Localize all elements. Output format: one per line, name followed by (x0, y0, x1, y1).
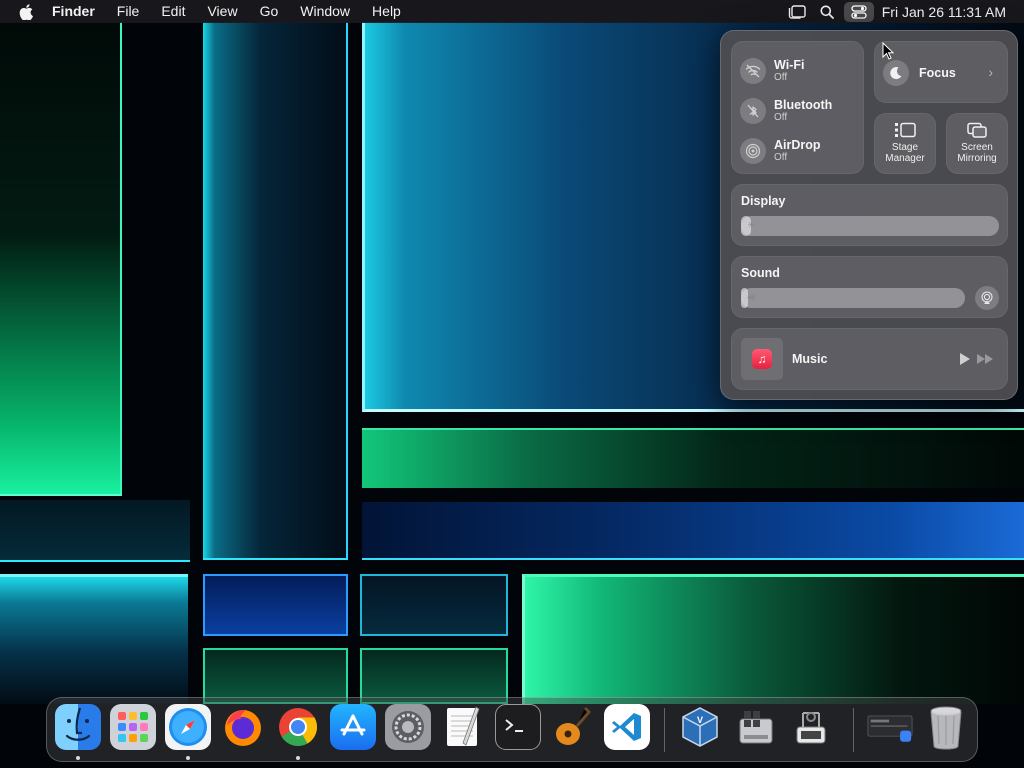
bluetooth-title: Bluetooth (774, 98, 833, 112)
dock-terminal[interactable] (495, 704, 541, 750)
app-store-icon (340, 714, 366, 736)
menu-help[interactable]: Help (361, 0, 412, 23)
virtualbox-icon: V (682, 707, 718, 747)
airdrop-status: Off (774, 152, 788, 163)
wifi-toggle[interactable]: Wi-Fi Off (740, 58, 804, 84)
safari-icon (169, 708, 207, 746)
control-center-icon[interactable] (843, 1, 874, 22)
connectivity-tile: Wi-Fi Off Bluetooth Off AirDrop Off (731, 41, 864, 174)
garageband-icon (556, 706, 592, 745)
bluetooth-toggle[interactable]: Bluetooth Off (740, 98, 832, 124)
dock-finder[interactable] (55, 704, 101, 750)
stage-manager-button[interactable]: Stage Manager (874, 113, 936, 174)
bootcamp-icon (739, 711, 773, 744)
terminal-icon (505, 719, 523, 732)
dock-separator (664, 708, 665, 752)
spotlight-search-icon[interactable] (812, 0, 842, 23)
launchpad-icon (118, 712, 148, 742)
music-artwork: ♫ (741, 338, 783, 380)
dock-textedit[interactable] (440, 704, 486, 750)
textedit-icon (447, 706, 480, 746)
fast-forward-icon[interactable] (975, 350, 995, 368)
music-title: Music (792, 352, 828, 366)
menu-file[interactable]: File (106, 0, 151, 23)
menu-go[interactable]: Go (249, 0, 290, 23)
running-indicator-safari (186, 756, 190, 760)
stage-manager-icon (875, 122, 935, 138)
dock-boot-camp[interactable] (733, 704, 779, 750)
dock-vscode[interactable] (604, 704, 650, 750)
airdrop-toggle[interactable]: AirDrop Off (740, 138, 821, 164)
display-tile: Display ☀ (731, 184, 1008, 246)
svg-text:V: V (697, 715, 703, 725)
dock-system-information[interactable] (788, 704, 834, 750)
wifi-status: Off (774, 72, 788, 83)
dock: V (46, 697, 978, 762)
bluetooth-status: Off (774, 112, 788, 123)
chrome-icon (279, 708, 318, 747)
menu-bar: Finder File Edit View Go Window Help Fri… (0, 0, 1024, 23)
screen-mirroring-icon (947, 122, 1007, 138)
chevron-right-icon: › (988, 64, 993, 80)
bluetooth-off-icon (740, 98, 766, 124)
downloads-stack-icon (867, 715, 913, 742)
dock-system-settings[interactable] (385, 704, 431, 750)
menu-edit[interactable]: Edit (150, 0, 196, 23)
stage-manager-label-1: Stage (891, 142, 919, 153)
firefox-icon (225, 709, 261, 746)
running-indicator-finder (76, 756, 80, 760)
speaker-icon: ◀ (747, 292, 755, 303)
system-information-icon (796, 712, 826, 744)
mouse-pointer-icon (882, 41, 895, 65)
now-playing-tile[interactable]: ♫ Music (731, 328, 1008, 390)
airplay-audio-icon[interactable] (975, 286, 999, 310)
screen-mirroring-label-2: Mirroring (957, 153, 997, 164)
dock-app-store[interactable] (330, 704, 376, 750)
screen-mirroring-button[interactable]: Screen Mirroring (946, 113, 1008, 174)
stage-manager-icon[interactable] (782, 0, 812, 23)
airdrop-title: AirDrop (774, 138, 821, 152)
focus-label: Focus (919, 66, 956, 80)
dock-virtualbox[interactable]: V (677, 704, 723, 750)
sound-tile: Sound ◀ (731, 256, 1008, 318)
brightness-icon: ☀ (747, 220, 756, 231)
menu-window[interactable]: Window (289, 0, 361, 23)
dock-downloads-stack[interactable] (867, 704, 913, 750)
focus-tile[interactable]: Focus › (874, 41, 1008, 103)
stage-manager-label-2: Manager (885, 153, 925, 164)
menu-view[interactable]: View (196, 0, 248, 23)
system-settings-icon (392, 711, 424, 743)
vscode-icon (612, 713, 641, 741)
airdrop-icon (740, 138, 766, 164)
display-brightness-slider[interactable]: ☀ (741, 216, 999, 236)
running-indicator-chrome (296, 756, 300, 760)
dock-chrome[interactable] (275, 704, 321, 750)
dock-garageband[interactable] (550, 704, 596, 750)
music-note-icon: ♫ (752, 349, 772, 369)
dock-trash[interactable] (923, 704, 969, 750)
dock-launchpad[interactable] (110, 704, 156, 750)
control-center-panel: Wi-Fi Off Bluetooth Off AirDrop Off Focu… (720, 30, 1018, 400)
play-icon[interactable] (957, 350, 973, 368)
apple-logo-icon[interactable] (16, 0, 36, 23)
dock-safari[interactable] (165, 704, 211, 750)
dock-firefox[interactable] (220, 704, 266, 750)
display-title: Display (741, 194, 786, 208)
finder-icon (65, 707, 91, 741)
screen-mirroring-label-1: Screen (961, 142, 993, 153)
menu-app-name[interactable]: Finder (48, 0, 106, 23)
trash-icon (930, 706, 962, 750)
sound-title: Sound (741, 266, 780, 280)
dock-separator (853, 708, 854, 752)
menu-clock[interactable]: Fri Jan 26 11:31 AM (876, 4, 1024, 20)
sound-volume-slider[interactable]: ◀ (741, 288, 965, 308)
wifi-off-icon (740, 58, 766, 84)
wifi-title: Wi-Fi (774, 58, 805, 72)
